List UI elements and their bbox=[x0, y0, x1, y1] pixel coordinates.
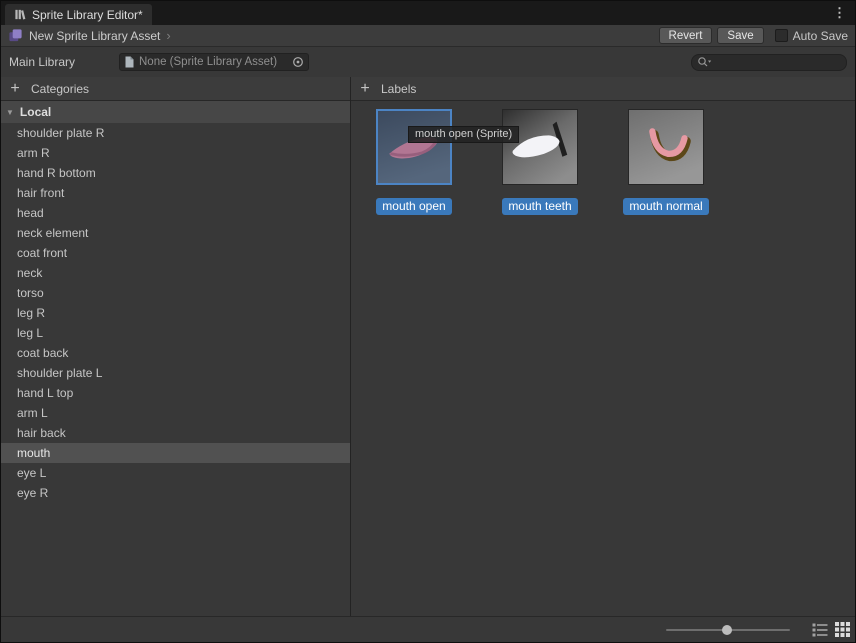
kebab-menu-icon[interactable]: ⋮ bbox=[833, 5, 846, 21]
categories-panel: + Categories ▼ Local shoulder plate Rarm… bbox=[1, 77, 351, 616]
category-item-leg-L[interactable]: leg L bbox=[1, 323, 350, 343]
sprite-library-asset-icon bbox=[8, 28, 23, 43]
breadcrumb-chevron-icon: › bbox=[166, 28, 171, 43]
category-item-arm-R[interactable]: arm R bbox=[1, 143, 350, 163]
foldout-triangle-icon: ▼ bbox=[6, 107, 14, 117]
search-input[interactable] bbox=[715, 56, 841, 68]
category-item-leg-R[interactable]: leg R bbox=[1, 303, 350, 323]
category-item-hand-L-top[interactable]: hand L top bbox=[1, 383, 350, 403]
category-item-hair-back[interactable]: hair back bbox=[1, 423, 350, 443]
label-item: mouth normal bbox=[623, 109, 709, 215]
revert-button[interactable]: Revert bbox=[658, 27, 713, 44]
category-item-hair-front[interactable]: hair front bbox=[1, 183, 350, 203]
titlebar: Sprite Library Editor* ⋮ bbox=[1, 1, 855, 25]
category-item-neck[interactable]: neck bbox=[1, 263, 350, 283]
tab-title: Sprite Library Editor* bbox=[32, 7, 143, 22]
categories-header: + Categories bbox=[1, 77, 350, 101]
mouth-teeth-sprite[interactable] bbox=[502, 109, 578, 185]
auto-save-label: Auto Save bbox=[792, 28, 848, 43]
category-item-hand-R-bottom[interactable]: hand R bottom bbox=[1, 163, 350, 183]
search-icon[interactable] bbox=[697, 56, 712, 68]
category-item-mouth[interactable]: mouth bbox=[1, 443, 350, 463]
category-item-eye-R[interactable]: eye R bbox=[1, 483, 350, 503]
main-library-object-field[interactable]: None (Sprite Library Asset) bbox=[119, 53, 309, 71]
sprite-library-editor-window: Sprite Library Editor* ⋮ New Sprite Libr… bbox=[0, 0, 856, 643]
bottom-bar bbox=[1, 616, 855, 642]
category-list: shoulder plate Rarm Rhand R bottom hair f… bbox=[1, 123, 350, 503]
toolbar-right-group: Revert Save Auto Save bbox=[658, 27, 848, 44]
category-item-neck-element[interactable]: neck element bbox=[1, 223, 350, 243]
category-item-eye-L[interactable]: eye L bbox=[1, 463, 350, 483]
category-item-arm-L[interactable]: arm L bbox=[1, 403, 350, 423]
category-item-shoulder-plate-L[interactable]: shoulder plate L bbox=[1, 363, 350, 383]
object-field-value: None (Sprite Library Asset) bbox=[139, 56, 278, 68]
local-foldout[interactable]: ▼ Local bbox=[1, 101, 350, 123]
main-library-row: Main Library None (Sprite Library Asset) bbox=[1, 47, 855, 77]
zoom-slider[interactable] bbox=[666, 624, 790, 636]
add-category-icon[interactable]: + bbox=[7, 80, 23, 97]
breadcrumb-asset-name[interactable]: New Sprite Library Asset bbox=[29, 29, 160, 43]
label-grid: mouth open mouth teeth mouth normal bbox=[351, 101, 855, 215]
asset-doc-icon bbox=[124, 56, 135, 68]
zoom-slider-knob[interactable] bbox=[721, 624, 732, 635]
category-item-coat-back[interactable]: coat back bbox=[1, 343, 350, 363]
library-icon bbox=[14, 8, 27, 21]
local-group-label: Local bbox=[19, 105, 52, 119]
save-button[interactable]: Save bbox=[717, 27, 764, 44]
labels-header: + Labels bbox=[351, 77, 855, 101]
category-item-torso[interactable]: torso bbox=[1, 283, 350, 303]
auto-save-checkbox[interactable] bbox=[774, 29, 788, 42]
label-item: mouth teeth bbox=[502, 109, 578, 215]
toolbar: New Sprite Library Asset › Revert Save A… bbox=[1, 25, 855, 47]
label-name-badge[interactable]: mouth normal bbox=[623, 198, 709, 215]
category-item-head[interactable]: head bbox=[1, 203, 350, 223]
label-name-badge[interactable]: mouth teeth bbox=[502, 198, 578, 215]
categories-title: Categories bbox=[31, 81, 90, 96]
labels-title: Labels bbox=[381, 81, 417, 96]
label-name-badge[interactable]: mouth open bbox=[376, 198, 452, 215]
main-library-label: Main Library bbox=[9, 55, 76, 69]
search-field[interactable] bbox=[691, 53, 847, 71]
label-item: mouth open bbox=[376, 109, 452, 215]
category-item-coat-front[interactable]: coat front bbox=[1, 243, 350, 263]
grid-view-icon[interactable] bbox=[834, 622, 850, 638]
list-view-icon[interactable] bbox=[812, 622, 828, 638]
mouth-open-sprite[interactable] bbox=[376, 109, 452, 185]
add-label-icon[interactable]: + bbox=[357, 80, 373, 97]
object-picker-icon[interactable] bbox=[292, 56, 304, 68]
category-item-shoulder-plate-R[interactable]: shoulder plate R bbox=[1, 123, 350, 143]
labels-panel: + Labels mouth open mouth teeth mouth norm… bbox=[351, 77, 855, 616]
mouth-normal-sprite[interactable] bbox=[628, 109, 704, 185]
tab-sprite-library-editor[interactable]: Sprite Library Editor* bbox=[5, 4, 152, 25]
panels: + Categories ▼ Local shoulder plate Rarm… bbox=[1, 77, 855, 616]
